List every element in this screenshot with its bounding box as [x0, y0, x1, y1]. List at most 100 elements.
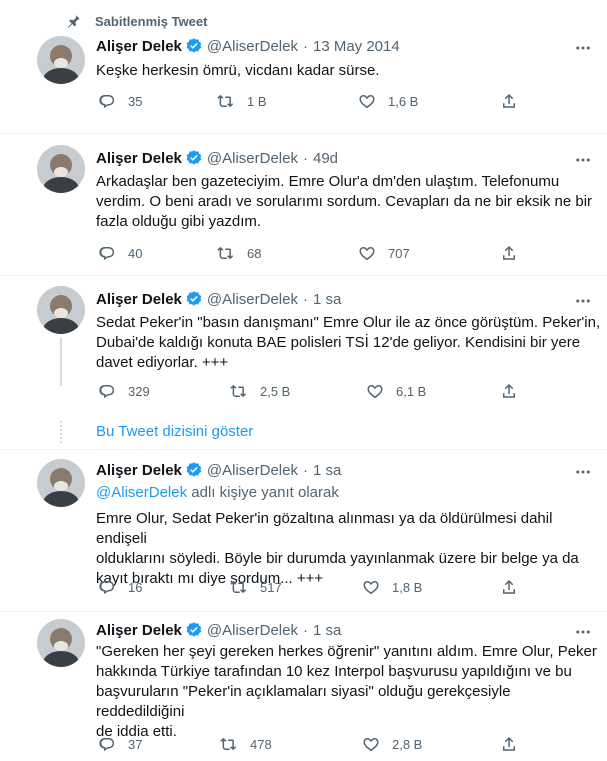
like-button[interactable]: 1,6 B — [358, 91, 418, 111]
tweet-header: Alişer Delek @AliserDelek · 13 May 2014 — [96, 36, 400, 56]
more-options-button[interactable] — [573, 622, 593, 642]
pin-icon — [67, 14, 80, 28]
author-handle[interactable]: @AliserDelek — [207, 291, 298, 308]
retweet-button[interactable]: 517 — [230, 577, 282, 597]
more-options-button[interactable] — [573, 291, 593, 311]
tweet-timestamp[interactable]: 1 sa — [313, 291, 341, 308]
author-name[interactable]: Alişer Delek — [96, 462, 182, 479]
retweet-count: 68 — [247, 245, 262, 261]
author-handle[interactable]: @AliserDelek — [207, 150, 298, 167]
avatar[interactable] — [37, 619, 85, 667]
retweet-button[interactable]: 1 B — [217, 91, 267, 111]
separator-dot: · — [302, 461, 308, 479]
reply-button[interactable]: 329 — [98, 381, 150, 401]
like-button[interactable]: 6,1 B — [366, 381, 426, 401]
share-button[interactable] — [500, 734, 518, 754]
tweet-text: Keşke herkesin ömrü, vicdanı kadar sürse… — [96, 62, 380, 79]
pinned-label: Sabitlenmiş Tweet — [95, 13, 208, 29]
avatar[interactable] — [37, 286, 85, 334]
tweet-text: Sedat Peker'in "basın danışmanı" Emre Ol… — [96, 314, 601, 371]
share-button[interactable] — [500, 577, 518, 597]
separator-dot: · — [302, 37, 308, 55]
reply-count: 16 — [128, 579, 143, 595]
more-dots-icon — [576, 158, 590, 162]
share-icon — [503, 383, 515, 398]
reply-count: 40 — [128, 245, 143, 261]
tweet-divider — [0, 449, 607, 450]
like-count: 6,1 B — [396, 383, 427, 399]
retweet-count: 478 — [250, 736, 272, 752]
tweet-header: Alişer Delek @AliserDelek · 49d — [96, 148, 338, 168]
share-icon — [503, 736, 515, 751]
reply-icon — [99, 384, 115, 399]
tweet-timestamp[interactable]: 49d — [313, 150, 338, 167]
retweet-icon — [220, 737, 237, 751]
heart-icon — [363, 581, 379, 595]
retweet-icon — [230, 384, 247, 398]
share-button[interactable] — [500, 243, 518, 263]
tweet-divider — [0, 133, 607, 134]
tweet-divider — [0, 611, 607, 612]
tweet-timestamp[interactable]: 13 May 2014 — [313, 38, 400, 55]
tweet-actions: 40 68 707 — [96, 243, 526, 263]
reply-count: 35 — [128, 93, 143, 109]
retweet-icon — [230, 580, 247, 594]
avatar[interactable] — [37, 145, 85, 193]
share-button[interactable] — [500, 381, 518, 401]
author-handle[interactable]: @AliserDelek — [207, 38, 298, 55]
tweet-text: Arkadaşlar ben gazeteciyim. Emre Olur'a … — [96, 173, 593, 230]
more-options-button[interactable] — [573, 462, 593, 482]
retweet-button[interactable]: 2,5 B — [230, 381, 290, 401]
like-button[interactable]: 707 — [358, 243, 410, 263]
share-icon — [503, 245, 515, 260]
like-count: 1,8 B — [392, 579, 423, 595]
avatar[interactable] — [37, 459, 85, 507]
separator-dot: · — [302, 621, 308, 639]
author-name[interactable]: Alişer Delek — [96, 150, 182, 167]
heart-icon — [359, 247, 375, 261]
author-handle[interactable]: @AliserDelek — [207, 622, 298, 639]
tweet-actions: 35 1 B 1,6 B — [96, 91, 526, 111]
heart-icon — [367, 385, 383, 399]
author-name[interactable]: Alişer Delek — [96, 38, 182, 55]
tweet-text: "Gereken her şeyi gereken herkes öğrenir… — [96, 643, 597, 740]
like-button[interactable]: 1,8 B — [362, 577, 422, 597]
reply-button[interactable]: 40 — [98, 243, 142, 263]
author-name[interactable]: Alişer Delek — [96, 622, 182, 639]
retweet-icon — [217, 246, 234, 260]
tweet-timestamp[interactable]: 1 sa — [313, 622, 341, 639]
author-handle[interactable]: @AliserDelek — [207, 462, 298, 479]
reply-button[interactable]: 35 — [98, 91, 142, 111]
tweet-header: Alişer Delek @AliserDelek · 1 sa — [96, 460, 341, 480]
more-dots-icon — [576, 299, 590, 303]
retweet-count: 2,5 B — [260, 383, 291, 399]
more-dots-icon — [576, 470, 590, 474]
show-thread-link[interactable]: Bu Tweet dizisini göster — [96, 422, 253, 442]
reply-icon — [99, 246, 115, 261]
tweet-header: Alişer Delek @AliserDelek · 1 sa — [96, 289, 341, 309]
pinned-indicator: Sabitlenmiş Tweet — [66, 12, 207, 30]
reply-button[interactable]: 37 — [98, 734, 142, 754]
more-options-button[interactable] — [573, 38, 593, 58]
tweet-actions: 329 2,5 B 6,1 B — [96, 381, 526, 401]
reply-button[interactable]: 16 — [98, 577, 142, 597]
more-options-button[interactable] — [573, 150, 593, 170]
separator-dot: · — [302, 149, 308, 167]
avatar[interactable] — [37, 36, 85, 84]
replying-to: @AliserDelek adlı kişiye yanıt olarak — [96, 483, 339, 503]
tweet-actions: 37 478 2,8 B — [96, 734, 526, 754]
thread-dotted-line — [60, 421, 62, 443]
separator-dot: · — [302, 290, 308, 308]
like-button[interactable]: 2,8 B — [362, 734, 422, 754]
tweet-divider — [0, 275, 607, 276]
reply-mention-link[interactable]: @AliserDelek — [96, 484, 187, 501]
like-count: 2,8 B — [392, 736, 423, 752]
verified-badge-icon — [186, 38, 202, 53]
reply-icon — [99, 737, 115, 752]
retweet-button[interactable]: 68 — [217, 243, 261, 263]
retweet-button[interactable]: 478 — [220, 734, 272, 754]
share-button[interactable] — [500, 91, 518, 111]
author-name[interactable]: Alişer Delek — [96, 291, 182, 308]
verified-badge-icon — [186, 150, 202, 165]
tweet-timestamp[interactable]: 1 sa — [313, 462, 341, 479]
